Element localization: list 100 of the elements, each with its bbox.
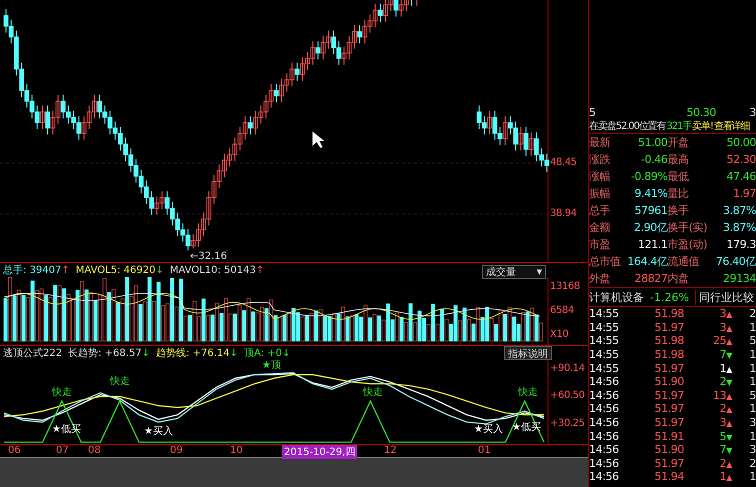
volume-axis-label: X10	[550, 329, 568, 340]
trade-volume: 3▲	[718, 320, 732, 334]
candlestick	[40, 105, 45, 130]
trade-time: 14:56	[589, 402, 620, 416]
stat-label: 开盘	[668, 135, 690, 150]
stat-label: 振幅	[589, 186, 612, 201]
order-notice-text: 在卖盘52.00位置有	[589, 120, 666, 132]
trade-price: 51.97	[654, 362, 684, 375]
stat-label: 最高	[668, 152, 690, 167]
trade-count: 1	[748, 348, 756, 362]
stat-label: 最新	[589, 135, 612, 150]
trade-price: 51.94	[654, 470, 684, 484]
trade-volume: 2▲	[718, 402, 732, 416]
trade-price: 51.90	[654, 375, 684, 388]
trade-time: 14:56	[589, 470, 620, 484]
signal-label: ★买入	[474, 424, 503, 435]
volume-axis-label: 6584	[550, 305, 574, 316]
trade-volume: 1▲	[718, 362, 732, 375]
stat-label: 量比	[668, 186, 690, 201]
stat-label: 换手(实)	[668, 220, 708, 235]
stat-value: 1.97	[732, 187, 756, 200]
date-axis-label: 10	[229, 445, 244, 456]
trade-time: 14:56	[589, 388, 620, 402]
stat-label: 外盘	[589, 271, 612, 286]
stat-value: 76.40亿	[714, 254, 756, 269]
trade-volume: 2▼	[718, 375, 732, 388]
stat-value: -0.89%	[630, 170, 668, 183]
stat-label: 涨跌	[589, 152, 612, 167]
candlestick	[357, 24, 362, 44]
trade-volume: 1▲	[718, 470, 732, 484]
candlestick	[518, 126, 524, 151]
stat-value: 51.00	[637, 136, 668, 149]
trade-price: 51.97	[654, 402, 684, 416]
stat-value: 28827	[634, 272, 668, 285]
price-axis-label: 38.94	[550, 208, 577, 219]
candlestick	[524, 126, 528, 156]
stat-value: 52.30	[726, 153, 756, 166]
indicator-value: 趋势线: +76.14↓	[156, 346, 238, 360]
stat-label: 换手	[668, 203, 690, 218]
trade-count: 1	[748, 362, 756, 375]
trade-price: 51.97	[654, 320, 684, 334]
candlestick	[294, 62, 300, 82]
candlestick	[502, 116, 508, 146]
date-axis-label: 07	[55, 445, 70, 456]
trade-price: 51.97	[654, 416, 684, 430]
signal-label: ★买入	[144, 426, 173, 437]
stat-value: 57961	[634, 204, 668, 217]
trade-volume: 13▲	[712, 388, 732, 402]
indicator-help-button[interactable]: 指标说明	[504, 346, 552, 360]
trade-time: 14:56	[589, 430, 620, 443]
indicator-axis-label: +30.25	[550, 418, 585, 429]
volume-indicator-value: MAVOL10: 50143↑	[170, 264, 264, 276]
stat-label: 内盘	[668, 271, 690, 286]
signal-label: 快走	[363, 387, 383, 398]
stat-value: 3.87%	[722, 204, 756, 217]
stat-value: 29134	[722, 272, 756, 285]
trade-count: 5	[748, 388, 756, 402]
candlestick	[378, 3, 383, 22]
trade-count: 1	[748, 470, 756, 484]
candlestick	[274, 84, 279, 103]
date-axis-label: 2015-10-29,四	[282, 445, 358, 459]
candlestick	[528, 132, 534, 156]
candlestick	[316, 40, 320, 60]
trade-count: 2	[748, 307, 756, 320]
trade-volume: 2▲	[718, 456, 732, 470]
industry-name: 计算机设备	[589, 290, 644, 304]
trade-count: 5	[748, 334, 756, 348]
candlestick	[487, 110, 492, 135]
stat-label: 市盈	[589, 237, 612, 252]
signal-label: 快走	[110, 376, 130, 387]
stat-label: 总手	[589, 203, 612, 218]
trade-count: 2	[748, 456, 756, 470]
candlestick	[248, 116, 253, 135]
stat-value: 47.46	[726, 170, 756, 183]
stat-label: 总市值	[589, 254, 622, 269]
stat-value: 50.00	[726, 136, 756, 149]
volume-indicator-value: MAVOL5: 46920↓	[76, 264, 164, 276]
trade-count: 3	[748, 416, 756, 430]
stat-value: -0.46	[640, 153, 668, 166]
indicator-name: 逃顶公式222	[3, 346, 62, 360]
trade-volume: 3▲	[718, 307, 732, 320]
trade-price: 51.98	[654, 348, 684, 362]
trade-volume: 7▼	[718, 443, 732, 456]
volume-axis-label: 13168	[550, 281, 580, 292]
stat-label: 流通值	[668, 254, 700, 269]
trade-volume: 3▲	[718, 416, 732, 430]
indicator-axis-label: +60.50	[550, 390, 585, 402]
stat-value: 164.4亿	[626, 254, 668, 269]
date-axis-label: 12	[383, 445, 398, 456]
date-axis-label: 09	[169, 445, 184, 456]
view-details-link[interactable]: 查看详细	[714, 118, 750, 132]
signal-label: ★顶	[262, 360, 281, 371]
industry-compare-button[interactable]: 同行业比较	[694, 290, 756, 304]
trade-time: 14:56	[589, 416, 620, 430]
date-axis-label: 06	[7, 445, 22, 456]
candlestick	[45, 105, 50, 135]
trade-time: 14:56	[589, 456, 620, 470]
stat-value: 9.41%	[634, 187, 668, 200]
trade-count: 3	[748, 443, 756, 456]
industry-change: -1.26%	[650, 290, 689, 304]
